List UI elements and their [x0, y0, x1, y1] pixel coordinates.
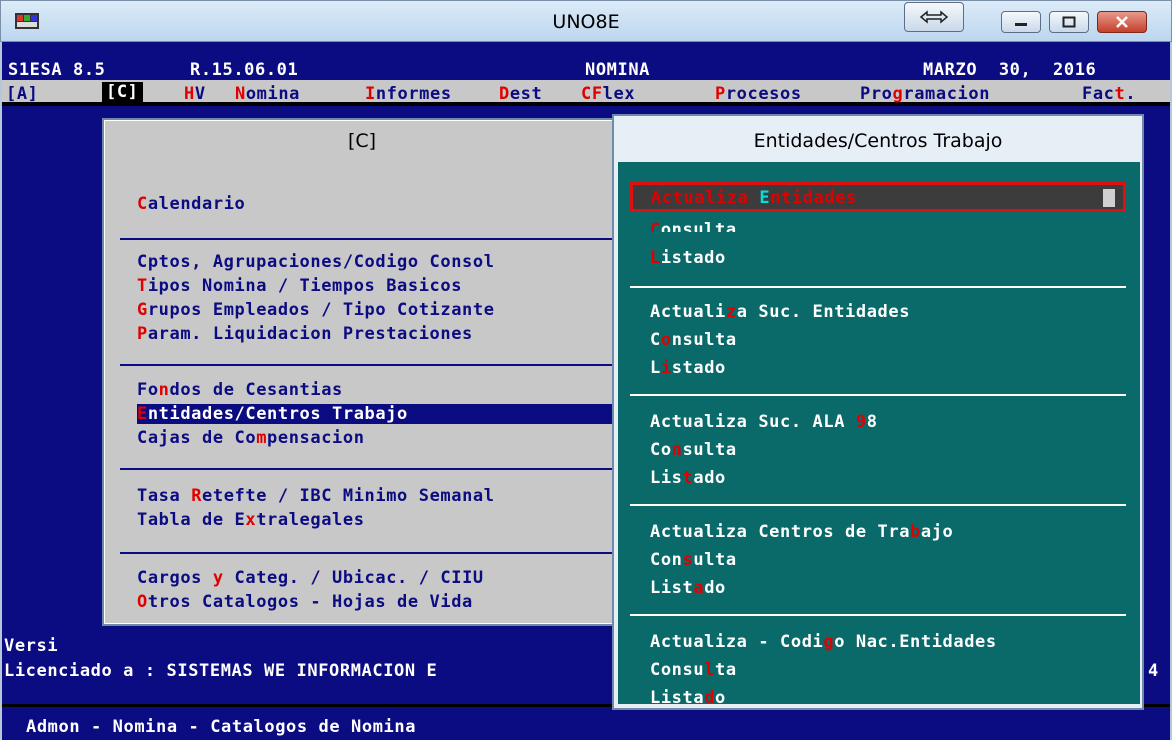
header-bar: S1ESA 8.5 R.15.06.01 NOMINA MARZO 30, 20… [2, 58, 1170, 80]
submenu-separator [630, 286, 1126, 288]
maximize-button[interactable] [1049, 11, 1089, 33]
submenu-actualiza-codigo-nac[interactable]: Actualiza - Codigo Nac.Entidades [650, 632, 997, 652]
submenu-consulta-1[interactable]: Consulta [650, 220, 737, 232]
submenu-consulta-2[interactable]: Consulta [650, 330, 737, 350]
submenu-separator [630, 504, 1126, 506]
submenu-title: Entidades/Centros Trabajo [753, 130, 1003, 152]
submenu-listado-2[interactable]: Listado [650, 358, 726, 378]
menu-tipos-nomina[interactable]: Tipos Nomina / Tiempos Basicos [137, 276, 462, 296]
menu-cargos-categ[interactable]: Cargos y Categ. / Ubicac. / CIIU [137, 568, 484, 588]
catalog-menu-list: Calendario Cptos, Agrupaciones/Codigo Co… [120, 162, 621, 618]
menu-item-procesos[interactable]: Procesos [715, 84, 802, 104]
menu-separator [120, 238, 620, 240]
catalog-menu-title: [C] [347, 130, 377, 152]
submenu-actualiza-suc-ala[interactable]: Actualiza Suc. ALA 98 [650, 412, 878, 432]
menu-separator [120, 364, 620, 366]
window-title: UNO8E [552, 11, 620, 33]
module-name: NOMINA [585, 60, 651, 80]
text-cursor [1103, 189, 1115, 207]
menu-fondos-cesantias[interactable]: Fondos de Cesantias [137, 380, 343, 400]
window-title-bar: UNO8E [0, 0, 1172, 42]
license-tail: 4 [1148, 661, 1159, 681]
submenu-consulta-5[interactable]: Consulta [650, 660, 737, 680]
submenu-listado-4[interactable]: Listado [650, 578, 726, 598]
minimize-icon [1015, 23, 1027, 26]
menu-item-c[interactable]: [C] [102, 82, 143, 102]
menu-item-fact[interactable]: Fact. [1082, 84, 1136, 104]
resize-arrows-button[interactable] [904, 2, 964, 32]
menu-cajas-compensacion[interactable]: Cajas de Compensacion [137, 428, 365, 448]
submenu-consulta-4[interactable]: Consulta [650, 550, 737, 570]
menu-item-informes[interactable]: Informes [365, 84, 452, 104]
menu-otros-catalogos[interactable]: Otros Catalogos - Hojas de Vida [137, 592, 473, 612]
submenu-actualiza-suc-entidades[interactable]: Actualiza Suc. Entidades [650, 302, 910, 322]
current-date: MARZO 30, 2016 [923, 60, 1097, 80]
status-text: Admon - Nomina - Catalogos de Nomina [26, 717, 417, 737]
menu-grupos-empleados[interactable]: Grupos Empleados / Tipo Cotizante [137, 300, 495, 320]
menu-cptos[interactable]: Cptos, Agrupaciones/Codigo Consol [137, 252, 495, 272]
submenu-listado-3[interactable]: Listado [650, 468, 726, 488]
menu-item-a[interactable]: [A] [6, 84, 39, 104]
menu-separator [120, 552, 620, 554]
menu-item-hv[interactable]: HV [184, 84, 206, 104]
menu-tabla-extralegales[interactable]: Tabla de Extralegales [137, 510, 365, 530]
submenu-consulta-3[interactable]: Consulta [650, 440, 737, 460]
maximize-icon [1062, 16, 1076, 28]
close-icon [1116, 16, 1128, 28]
product-version: S1ESA 8.5 [8, 60, 106, 80]
license-text: Licenciado a : SISTEMAS WE INFORMACION E [4, 661, 438, 681]
submenu-listado-1[interactable]: Listado [650, 248, 726, 268]
main-menu-bar: [A] [C] HV Nomina Informes Dest CFlex Pr… [2, 80, 1170, 106]
menu-separator [120, 468, 620, 470]
menu-item-programacion[interactable]: Programacion [860, 84, 990, 104]
catalog-menu-panel: [C] Calendario Cptos, Agrupaciones/Codig… [102, 118, 622, 626]
minimize-button[interactable] [1001, 11, 1041, 33]
close-button[interactable] [1097, 11, 1147, 33]
submenu-actualiza-centros-trabajo[interactable]: Actualiza Centros de Trabajo [650, 522, 953, 542]
submenu-separator [630, 614, 1126, 616]
menu-entidades-centros[interactable]: Entidades/Centros Trabajo [137, 404, 621, 424]
menu-param-liquidacion[interactable]: Param. Liquidacion Prestaciones [137, 324, 473, 344]
release-version: R.15.06.01 [190, 60, 299, 80]
submenu-list: Actualiza Entidades Consulta Listado Act… [618, 162, 1140, 708]
submenu-separator [630, 394, 1126, 396]
menu-item-nomina[interactable]: Nomina [235, 84, 300, 104]
entidades-submenu-panel: Entidades/Centros Trabajo Actualiza Enti… [612, 114, 1144, 710]
menu-item-cflex[interactable]: CFlex [581, 84, 635, 104]
horizontal-arrows-icon [919, 10, 949, 24]
version-text: Versi [4, 636, 59, 656]
menu-item-dest[interactable]: Dest [499, 84, 542, 104]
menu-calendario[interactable]: Calendario [137, 194, 245, 214]
submenu-actualiza-entidades[interactable]: Actualiza Entidades [630, 182, 1126, 212]
submenu-listado-5[interactable]: Listado [650, 688, 726, 708]
menu-tasa-retefte[interactable]: Tasa Retefte / IBC Minimo Semanal [137, 486, 495, 506]
